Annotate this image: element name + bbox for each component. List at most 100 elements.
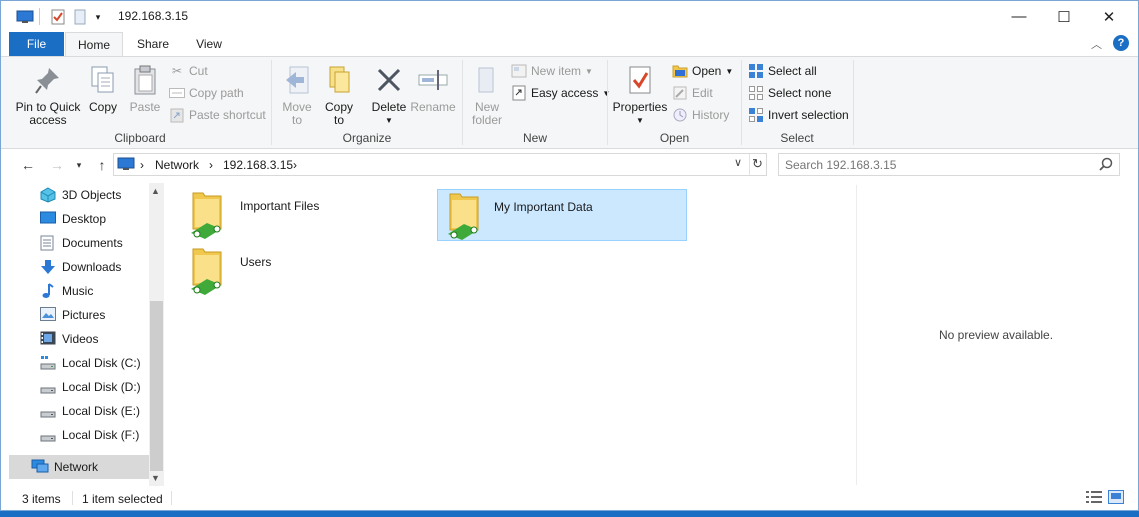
- copy-icon: [87, 63, 119, 97]
- copy-label: Copy: [88, 100, 117, 114]
- edit-button[interactable]: Edit: [672, 83, 713, 103]
- refresh-icon[interactable]: ↻: [752, 156, 763, 172]
- file-item[interactable]: Users: [181, 245, 431, 297]
- delete-button[interactable]: Delete ▼: [369, 63, 409, 127]
- sidebar-item-local-disk-e[interactable]: Local Disk (E:): [9, 399, 149, 423]
- rename-label: Rename: [410, 100, 456, 114]
- cut-button[interactable]: ✂ Cut: [169, 61, 208, 81]
- close-button[interactable]: ✕: [1086, 1, 1132, 32]
- search-box[interactable]: [778, 153, 1120, 176]
- desktop-icon: [40, 211, 56, 227]
- delete-x-icon: [373, 63, 405, 97]
- maximize-button[interactable]: ☐: [1041, 1, 1087, 32]
- pin-to-quick-access-button[interactable]: Pin to Quick access: [13, 63, 83, 127]
- paste-shortcut-icon: [169, 107, 185, 123]
- computer-icon[interactable]: [15, 7, 35, 27]
- customize-quick-access-icon[interactable]: ▾: [91, 7, 105, 27]
- select-none-button[interactable]: Select none: [748, 83, 831, 103]
- file-name: Important Files: [240, 199, 320, 213]
- network-share-folder-icon: [444, 190, 484, 243]
- rename-icon: [417, 63, 449, 97]
- sidebar-item-music[interactable]: Music: [9, 279, 149, 303]
- rename-button[interactable]: Rename: [410, 63, 456, 114]
- recent-locations-chevron-icon[interactable]: ▾: [71, 154, 87, 176]
- select-none-icon: [748, 85, 764, 101]
- sidebar-item-local-disk-d[interactable]: Local Disk (D:): [9, 375, 149, 399]
- sidebar-item-downloads[interactable]: Downloads: [9, 255, 149, 279]
- pin-icon: [32, 63, 64, 97]
- sidebar-item-local-disk-c[interactable]: Local Disk (C:): [9, 351, 149, 375]
- breadcrumb-separator[interactable]: ›: [140, 158, 144, 172]
- sidebar-item-documents[interactable]: Documents: [9, 231, 149, 255]
- pictures-icon: [40, 307, 56, 323]
- breadcrumb-host[interactable]: 192.168.3.15: [223, 158, 293, 172]
- easy-access-button[interactable]: Easy access▼: [511, 83, 610, 103]
- file-item[interactable]: Important Files: [181, 189, 431, 241]
- up-arrow-icon[interactable]: ↑: [91, 154, 113, 176]
- network-icon: [31, 459, 49, 475]
- history-button[interactable]: History: [672, 105, 729, 125]
- new-item-button[interactable]: New item ▼: [511, 61, 593, 81]
- new-group-label: New: [522, 131, 547, 145]
- tab-share[interactable]: Share: [124, 32, 182, 56]
- invert-selection-button[interactable]: Invert selection: [748, 105, 849, 125]
- breadcrumb-separator[interactable]: ›: [293, 158, 297, 172]
- pin-label-line2: access: [29, 113, 67, 127]
- sidebar-item-label: Videos: [62, 332, 99, 346]
- sidebar-item-label: Documents: [62, 236, 123, 250]
- file-item-selected[interactable]: My Important Data: [437, 189, 687, 241]
- network-share-folder-icon: [187, 189, 227, 242]
- breadcrumb-network[interactable]: Network: [155, 158, 199, 172]
- sidebar-item-label: 3D Objects: [62, 188, 122, 202]
- copy-path-icon: [169, 85, 185, 101]
- move-to-label-line2: to: [291, 113, 302, 127]
- file-name: Users: [240, 255, 272, 269]
- properties-button[interactable]: Properties ▼: [612, 63, 668, 127]
- collapse-ribbon-icon[interactable]: ︿: [1091, 36, 1102, 52]
- address-dropdown-icon[interactable]: ∨: [734, 156, 742, 169]
- properties-quick-icon[interactable]: [48, 7, 68, 27]
- scroll-down-icon[interactable]: ▼: [151, 473, 160, 483]
- status-divider: [171, 491, 172, 505]
- network-share-folder-icon: [187, 245, 227, 298]
- easy-access-label: Easy access: [531, 86, 599, 100]
- tab-home[interactable]: Home: [65, 32, 123, 56]
- new-folder-quick-icon[interactable]: [72, 7, 88, 27]
- new-folder-button[interactable]: New folder: [467, 63, 507, 127]
- scroll-up-icon[interactable]: ▲: [151, 186, 160, 196]
- tab-view[interactable]: View: [183, 32, 235, 56]
- open-button[interactable]: Open ▼: [672, 61, 733, 81]
- copy-button[interactable]: Copy: [85, 63, 121, 114]
- paste-shortcut-button[interactable]: Paste shortcut: [169, 105, 266, 125]
- copy-to-button[interactable]: Copy to: [321, 63, 357, 127]
- forward-arrow-icon[interactable]: →: [46, 154, 68, 176]
- select-group-label: Select: [780, 131, 814, 145]
- back-arrow-icon[interactable]: ←: [17, 154, 39, 176]
- new-item-label: New item: [531, 64, 582, 78]
- minimize-button[interactable]: —: [996, 1, 1042, 32]
- open-dropdown-icon: ▼: [725, 66, 734, 76]
- network-location-icon: [117, 157, 135, 171]
- details-view-icon[interactable]: [1086, 491, 1102, 506]
- help-icon[interactable]: ?: [1113, 35, 1129, 51]
- tab-file[interactable]: File: [9, 32, 64, 56]
- sidebar-item-pictures[interactable]: Pictures: [9, 303, 149, 327]
- copy-path-button[interactable]: Copy path: [169, 83, 244, 103]
- select-all-button[interactable]: Select all: [748, 61, 817, 81]
- breadcrumb-separator[interactable]: ›: [209, 158, 213, 172]
- sidebar-item-3d-objects[interactable]: 3D Objects: [9, 183, 149, 207]
- sidebar-item-local-disk-f[interactable]: Local Disk (F:): [9, 423, 149, 447]
- preview-pane-divider[interactable]: [856, 185, 857, 485]
- paste-button[interactable]: Paste: [127, 63, 163, 114]
- sidebar-item-network[interactable]: Network: [9, 455, 149, 479]
- search-icon[interactable]: [1099, 157, 1113, 174]
- explorer-window: ▾ 192.168.3.15 — ☐ ✕ File Home Share Vie…: [0, 0, 1139, 511]
- sidebar-scrollbar-thumb[interactable]: [150, 301, 163, 471]
- cut-label: Cut: [189, 64, 208, 78]
- sidebar-item-videos[interactable]: Videos: [9, 327, 149, 351]
- move-to-button[interactable]: Move to: [279, 63, 315, 127]
- select-all-label: Select all: [768, 64, 817, 78]
- sidebar-item-desktop[interactable]: Desktop: [9, 207, 149, 231]
- search-input[interactable]: [785, 156, 1085, 173]
- large-icons-view-icon[interactable]: [1108, 490, 1124, 507]
